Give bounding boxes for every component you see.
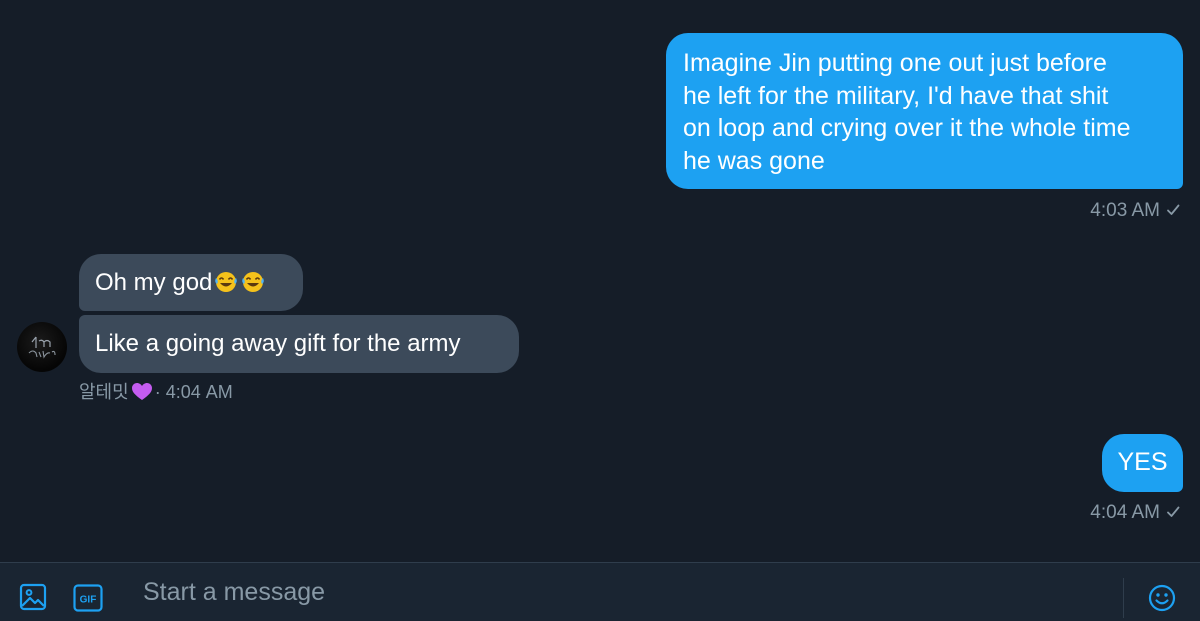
message-composer: GIF [0,562,1200,621]
incoming-message-bubble[interactable]: Oh my god [79,254,303,311]
avatar-image [28,336,56,359]
dm-conversation-screen: Imagine Jin putting one out just before … [0,0,1200,621]
check-icon [1167,506,1180,517]
gif-button[interactable]: GIF [73,584,103,612]
message-timestamp: 4:04 AM [165,382,233,402]
face-with-tears-of-joy-emoji [215,272,238,292]
message-timestamp: 4:04 AM [1090,502,1160,523]
incoming-message-meta: 알테밋 · 4:04 AM [79,381,233,403]
message-text: YES [1117,448,1168,476]
message-input[interactable] [143,575,1103,609]
incoming-message-bubble[interactable]: Like a going away gift for the army [79,315,519,373]
face-with-tears-of-joy-emoji [242,272,265,292]
meta-separator: · [154,382,161,402]
message-text: Oh my god [95,269,213,296]
message-text: Imagine Jin putting one out just before … [683,49,1131,175]
gif-label: GIF [80,595,97,606]
smiley-icon[interactable] [1147,583,1177,613]
message-timestamp: 4:03 AM [1090,200,1160,221]
composer-divider [1123,578,1124,618]
outgoing-message-bubble[interactable]: YES [1102,434,1183,492]
purple-heart-emoji [131,383,152,400]
sender-name[interactable]: 알테밋 [79,382,129,402]
image-icon[interactable] [19,583,47,611]
outgoing-message-bubble[interactable]: Imagine Jin putting one out just before … [666,33,1183,189]
profile-avatar[interactable] [17,322,67,372]
check-icon [1167,204,1180,215]
message-text: Like a going away gift for the army [95,330,461,357]
